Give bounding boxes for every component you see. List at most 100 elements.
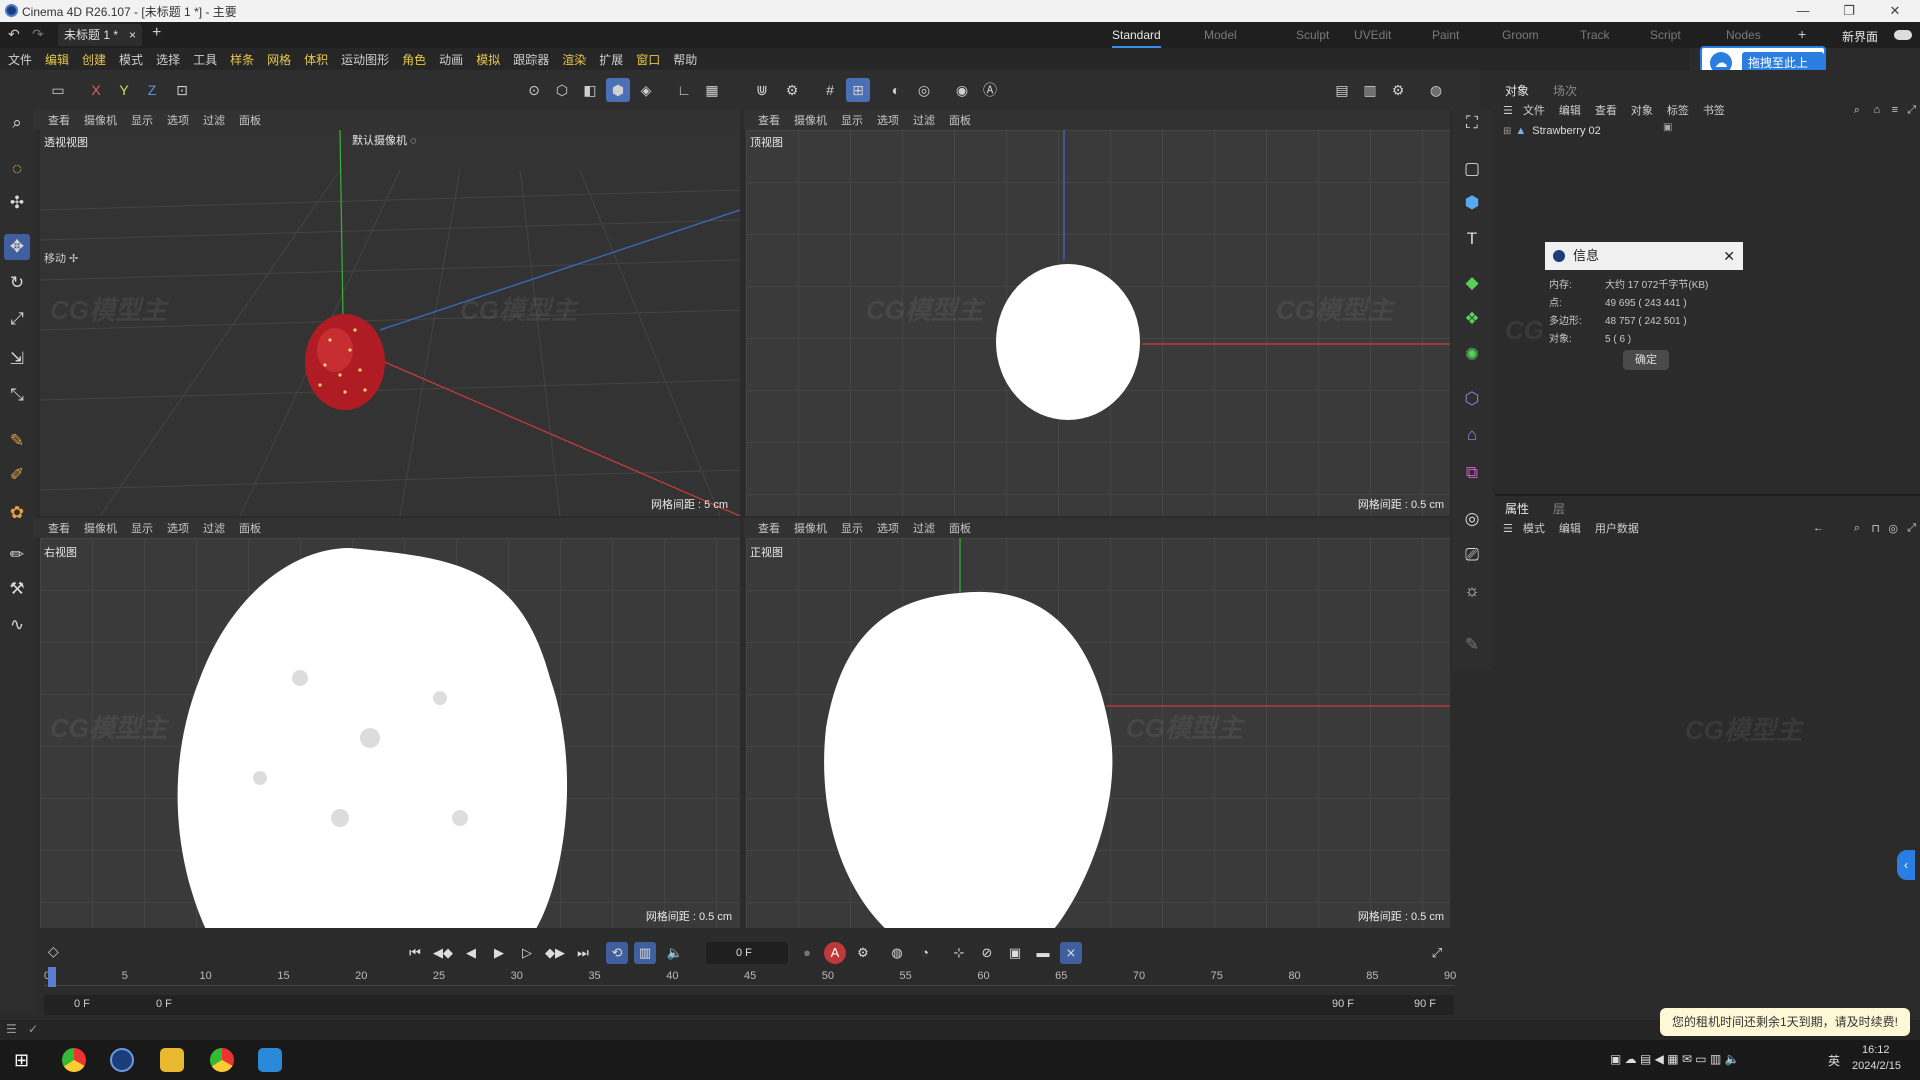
vp-menu-camera[interactable]: 摄像机 (794, 520, 827, 536)
start-frame-field[interactable]: 0 F (74, 998, 90, 1010)
fps-icon[interactable]: ▥ (634, 942, 656, 964)
vp-menu-view[interactable]: 查看 (758, 112, 780, 128)
back-arrow-icon[interactable]: ← (1813, 522, 1824, 534)
play-icon[interactable]: ▶ (488, 942, 510, 964)
scale-key-icon[interactable]: ⊹ (948, 942, 970, 964)
coordinate-system-icon[interactable]: ⊡ (170, 78, 194, 102)
menu-select[interactable]: 选择 (156, 51, 180, 68)
app-icon[interactable] (258, 1048, 282, 1072)
vp-menu-panel[interactable]: 面板 (239, 112, 261, 128)
expand-icon[interactable]: ⤢ (1907, 104, 1916, 117)
tab-attributes[interactable]: 属性 (1505, 500, 1529, 517)
expand-toggle-icon[interactable]: ⊞ (1503, 126, 1511, 137)
next-frame-icon[interactable]: ▷ (516, 942, 538, 964)
current-frame-field[interactable]: 0 F (706, 942, 788, 964)
layout-tab-script[interactable]: Script (1650, 22, 1681, 48)
keyframe-selection-icon[interactable]: ⚙ (852, 942, 874, 964)
tab-takes[interactable]: 场次 (1553, 82, 1577, 99)
browser-icon[interactable] (210, 1048, 234, 1072)
layout-tab-paint[interactable]: Paint (1432, 22, 1459, 48)
redshift-icon[interactable]: ◍ (1424, 78, 1448, 102)
close-window-button[interactable]: ✕ (1872, 0, 1918, 22)
vp-menu-panel[interactable]: 面板 (239, 520, 261, 536)
layout-tab-groom[interactable]: Groom (1502, 22, 1539, 48)
vp-menu-camera[interactable]: 摄像机 (84, 520, 117, 536)
undo-icon[interactable]: ↶ (8, 26, 20, 43)
loop-icon[interactable]: ⟲ (606, 942, 628, 964)
edges-mode-icon[interactable]: ⬡ (550, 78, 574, 102)
motion-icon[interactable]: ▬ (1032, 942, 1054, 964)
light-icon[interactable]: ☼ (1459, 578, 1485, 604)
field-icon[interactable]: ⬡ (1459, 386, 1485, 412)
null-object-icon[interactable]: ▢ (1459, 156, 1485, 182)
object-mode-icon[interactable]: ⬢ (606, 78, 630, 102)
menu-tools[interactable]: 工具 (193, 51, 217, 68)
position-key-icon[interactable]: ◍ (886, 942, 908, 964)
sound-icon[interactable]: 🔈 (664, 942, 686, 964)
render-settings-icon[interactable]: ⚙ (1386, 78, 1410, 102)
render-picture-viewer-icon[interactable]: ▥ (1358, 78, 1382, 102)
tag-icon[interactable]: ✎ (1459, 632, 1485, 658)
menu-mograph[interactable]: 运动图形 (341, 51, 389, 68)
new-document-button[interactable]: + (152, 24, 161, 42)
lock-icon[interactable]: ⊓ (1871, 522, 1880, 535)
record-icon[interactable]: ● (796, 942, 818, 964)
om-menu-view[interactable]: 查看 (1595, 102, 1617, 118)
material-tag-icon[interactable]: ▣ (1663, 122, 1672, 133)
move-tool-icon[interactable]: ✥ (4, 234, 30, 260)
vp-menu-options[interactable]: 选项 (167, 520, 189, 536)
preview-end-field[interactable]: 90 F (1332, 998, 1354, 1010)
home-icon[interactable]: ⌂ (1873, 104, 1880, 116)
polygons-mode-icon[interactable]: ◧ (578, 78, 602, 102)
attr-menu-userdata[interactable]: 用户数据 (1595, 520, 1639, 536)
brush-icon[interactable]: ✿ (4, 500, 30, 526)
vp-menu-panel[interactable]: 面板 (949, 112, 971, 128)
go-to-end-icon[interactable]: ⏭ (572, 942, 594, 964)
menu-render[interactable]: 渲染 (562, 51, 586, 68)
layout-tab-nodes[interactable]: Nodes (1726, 22, 1761, 48)
solo-icon[interactable]: ◎ (912, 78, 936, 102)
next-key-icon[interactable]: ◆▶ (544, 942, 566, 964)
search-icon[interactable]: ⌕ (1854, 104, 1860, 117)
settings-icon[interactable]: ◎ (1888, 522, 1898, 535)
menu-character[interactable]: 角色 (402, 51, 426, 68)
layout-tab-model[interactable]: Model (1204, 22, 1237, 48)
menu-simulate[interactable]: 模拟 (476, 51, 500, 68)
vp-menu-display[interactable]: 显示 (131, 520, 153, 536)
timeline-graph-icon[interactable]: ⤢ (1426, 942, 1448, 964)
range-bar[interactable]: 0 F 0 F 90 F 90 F (44, 995, 1454, 1015)
vp-menu-camera[interactable]: 摄像机 (84, 112, 117, 128)
om-menu-bookmarks[interactable]: 书签 (1703, 102, 1725, 118)
axis-z-button[interactable]: Z (140, 78, 164, 102)
playhead[interactable] (48, 967, 56, 987)
vp-menu-options[interactable]: 选项 (877, 520, 899, 536)
expand-icon[interactable]: ⤢ (1907, 522, 1916, 535)
live-selection-icon[interactable]: ◌ (4, 156, 30, 182)
redo-icon[interactable]: ↷ (32, 26, 44, 43)
tab-objects[interactable]: 对象 (1505, 82, 1529, 99)
menu-mesh[interactable]: 网格 (267, 51, 291, 68)
attr-menu-edit[interactable]: 编辑 (1559, 520, 1581, 536)
object-name[interactable]: Strawberry 02 (1532, 125, 1600, 137)
om-menu-file[interactable]: 文件 (1523, 102, 1545, 118)
add-layout-button[interactable]: + (1798, 26, 1806, 42)
default-camera-label[interactable]: 默认摄像机 ◌ (352, 132, 417, 148)
viewport-solo-icon[interactable]: ◉ (950, 78, 974, 102)
right-viewport[interactable]: 右视图 网格间距 : 0.5 cm CG模型主 (40, 538, 740, 928)
menu-create[interactable]: 创建 (82, 51, 106, 68)
spline-pen-icon[interactable]: ✎ (4, 428, 30, 454)
dimension-tool-icon[interactable]: ⤡ (4, 382, 30, 408)
isoline-icon[interactable]: ◐ (884, 78, 908, 102)
filter-icon[interactable]: ≡ (1892, 104, 1898, 116)
workplane-icon[interactable]: ▦ (700, 78, 724, 102)
scale-tool-icon[interactable]: ⤢ (4, 306, 30, 332)
previous-frame-icon[interactable]: ◀ (460, 942, 482, 964)
magnet-tool-icon[interactable]: ∿ (4, 612, 30, 638)
environment-icon[interactable]: ◎ (1459, 506, 1485, 532)
paint-icon[interactable]: ✏ (4, 542, 30, 568)
tab-layers[interactable]: 层 (1553, 500, 1565, 517)
vp-menu-filter[interactable]: 过滤 (203, 112, 225, 128)
om-menu-tags[interactable]: 标签 (1667, 102, 1689, 118)
menu-file[interactable]: 文件 (8, 51, 32, 68)
attr-menu-mode[interactable]: 模式 (1523, 520, 1545, 536)
